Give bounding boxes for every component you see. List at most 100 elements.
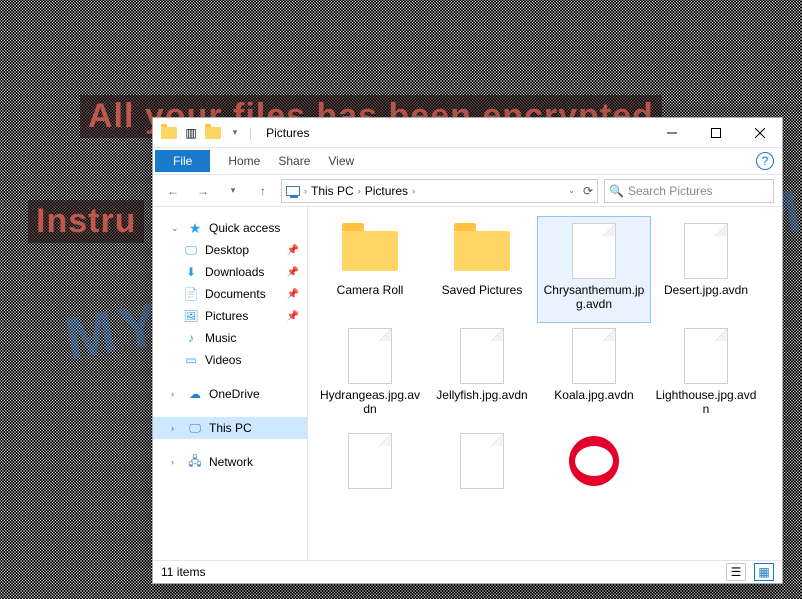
nav-network-label: Network xyxy=(209,455,253,469)
pin-icon: 📌 xyxy=(287,245,299,256)
file-item[interactable] xyxy=(314,427,426,503)
nav-up-button[interactable]: ↑ xyxy=(251,179,275,203)
item-label: Chrysanthemum.jpg.avdn xyxy=(542,283,646,312)
item-label: Desert.jpg.avdn xyxy=(664,283,748,297)
ribbon-tab-share[interactable]: Share xyxy=(278,154,310,168)
address-bar[interactable]: › This PC › Pictures › ⌄ ⟳ xyxy=(281,179,598,203)
content-area[interactable]: Camera Roll Saved Pictures Chrysanthemum.j… xyxy=(308,207,782,560)
chevron-right-icon: › xyxy=(304,186,307,196)
desktop-icon: 🖵 xyxy=(183,242,199,258)
qat-customize-icon[interactable]: ▾ xyxy=(227,125,243,141)
nav-tree[interactable]: ⌄ ★ Quick access 🖵 Desktop 📌 ⬇ Downloads 📌 📄 Do… xyxy=(153,207,308,560)
docs-icon: 📄 xyxy=(183,286,199,302)
folder-item[interactable]: Saved Pictures xyxy=(426,217,538,322)
file-icon xyxy=(460,328,504,384)
nav-quick-docs[interactable]: 📄 Documents 📌 xyxy=(153,283,307,305)
folder-item[interactable]: Camera Roll xyxy=(314,217,426,322)
network-icon: 🖧 xyxy=(187,454,203,470)
item-label: Koala.jpg.avdn xyxy=(554,388,633,402)
nav-onedrive[interactable]: › ☁ OneDrive xyxy=(153,383,307,405)
pin-icon: 📌 xyxy=(287,289,299,300)
pin-icon: 📌 xyxy=(287,267,299,278)
file-item[interactable]: Lighthouse.jpg.avdn xyxy=(650,322,762,427)
nav-quick-music[interactable]: ♪ Music xyxy=(153,327,307,349)
nav-quick-label: Desktop xyxy=(205,243,249,257)
quick-access-toolbar: ▥ ▾ | xyxy=(153,125,260,141)
nav-quick-label: Downloads xyxy=(205,265,264,279)
folder-icon xyxy=(342,231,398,271)
file-icon xyxy=(460,433,504,489)
nav-forward-button[interactable]: → xyxy=(191,179,215,203)
address-dropdown-icon[interactable]: ⌄ xyxy=(568,186,575,195)
nav-quick-label: Documents xyxy=(205,287,266,301)
ribbon-help-button[interactable]: ? xyxy=(756,152,774,170)
file-item[interactable]: Koala.jpg.avdn xyxy=(538,322,650,427)
nav-quick-label: Music xyxy=(205,331,236,345)
breadcrumb-thispc[interactable]: This PC xyxy=(311,184,354,198)
nav-quick-dl[interactable]: ⬇ Downloads 📌 xyxy=(153,261,307,283)
ribbon-file-tab[interactable]: File xyxy=(155,150,210,172)
file-icon xyxy=(348,328,392,384)
item-label: Camera Roll xyxy=(337,283,404,297)
explorer-window: ▥ ▾ | Pictures File Home Share View ? ← … xyxy=(152,117,783,584)
close-button[interactable] xyxy=(738,118,782,148)
ransom-note-line2: Instru xyxy=(28,200,144,243)
view-largeicons-button[interactable]: ▦ xyxy=(754,563,774,581)
nav-recent-button[interactable]: ▾ xyxy=(221,179,245,203)
address-row: ← → ▾ ↑ › This PC › Pictures › ⌄ ⟳ 🔍 Sea… xyxy=(153,175,782,207)
file-item[interactable] xyxy=(538,427,650,503)
file-item[interactable]: Chrysanthemum.jpg.avdn xyxy=(538,217,650,322)
window-body: ⌄ ★ Quick access 🖵 Desktop 📌 ⬇ Downloads 📌 📄 Do… xyxy=(153,207,782,560)
file-item[interactable]: Jellyfish.jpg.avdn xyxy=(426,322,538,427)
nav-quick-label: Pictures xyxy=(205,309,248,323)
file-icon xyxy=(572,223,616,279)
minimize-button[interactable] xyxy=(650,118,694,148)
window-title: Pictures xyxy=(266,126,309,140)
nav-quick-desktop[interactable]: 🖵 Desktop 📌 xyxy=(153,239,307,261)
chevron-down-icon: ⌄ xyxy=(171,223,181,234)
chevron-right-icon: › xyxy=(358,186,361,196)
nav-quick-access-label: Quick access xyxy=(209,221,280,235)
item-label: Hydrangeas.jpg.avdn xyxy=(318,388,422,417)
nav-quick-access[interactable]: ⌄ ★ Quick access xyxy=(153,217,307,239)
nav-thispc[interactable]: › 🖵 This PC xyxy=(153,417,307,439)
view-details-button[interactable]: ☰ xyxy=(726,563,746,581)
qat-newfolder-icon[interactable] xyxy=(205,125,221,141)
star-icon: ★ xyxy=(187,220,203,236)
file-item[interactable]: Desert.jpg.avdn xyxy=(650,217,762,322)
search-input[interactable]: 🔍 Search Pictures xyxy=(604,179,774,203)
pics-icon: 🖼 xyxy=(183,308,199,324)
nav-back-button[interactable]: ← xyxy=(161,179,185,203)
maximize-button[interactable] xyxy=(694,118,738,148)
status-item-count: 11 items xyxy=(161,565,205,579)
nav-network[interactable]: › 🖧 Network xyxy=(153,451,307,473)
nav-onedrive-label: OneDrive xyxy=(209,387,260,401)
opera-icon xyxy=(569,436,619,486)
file-icon xyxy=(684,223,728,279)
ribbon-tab-home[interactable]: Home xyxy=(228,154,260,168)
file-icon xyxy=(348,433,392,489)
ribbon: File Home Share View ? xyxy=(153,148,782,175)
item-grid: Camera Roll Saved Pictures Chrysanthemum.j… xyxy=(308,207,782,503)
search-placeholder: Search Pictures xyxy=(628,184,713,198)
status-bar: 11 items ☰ ▦ xyxy=(153,560,782,583)
item-label: Jellyfish.jpg.avdn xyxy=(436,388,527,402)
chevron-right-icon: › xyxy=(412,186,415,196)
cloud-icon: ☁ xyxy=(187,386,203,402)
folder-icon xyxy=(454,231,510,271)
breadcrumb-pictures[interactable]: Pictures xyxy=(365,184,408,198)
nav-thispc-label: This PC xyxy=(209,421,252,435)
ribbon-tab-view[interactable]: View xyxy=(328,154,354,168)
qat-properties-icon[interactable]: ▥ xyxy=(183,125,199,141)
dl-icon: ⬇ xyxy=(183,264,199,280)
file-item[interactable]: Hydrangeas.jpg.avdn xyxy=(314,322,426,427)
video-icon: ▭ xyxy=(183,352,199,368)
file-item[interactable] xyxy=(426,427,538,503)
item-label: Saved Pictures xyxy=(442,283,523,297)
chevron-right-icon: › xyxy=(171,389,181,399)
nav-quick-video[interactable]: ▭Videos xyxy=(153,349,307,371)
nav-quick-pics[interactable]: 🖼Pictures📌 xyxy=(153,305,307,327)
titlebar[interactable]: ▥ ▾ | Pictures xyxy=(153,118,782,148)
music-icon: ♪ xyxy=(183,330,199,346)
refresh-button[interactable]: ⟳ xyxy=(583,184,593,198)
